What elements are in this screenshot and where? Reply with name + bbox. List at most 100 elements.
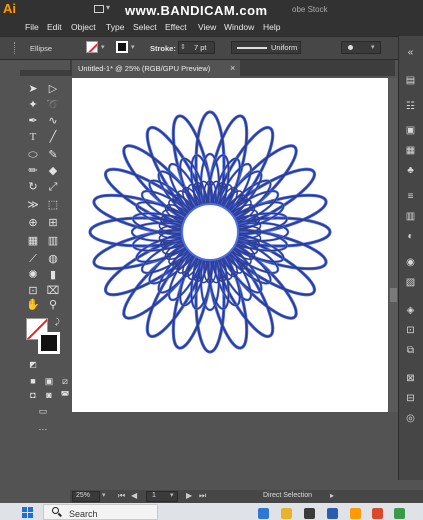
close-icon[interactable]: × (230, 63, 235, 73)
magic-wand-tool-icon[interactable]: ✦ (26, 98, 40, 112)
menu-view[interactable]: View (198, 22, 216, 32)
stroke-indicator[interactable] (38, 332, 60, 354)
stroke-color-swatch[interactable] (116, 41, 128, 53)
previous-artboard-icon[interactable]: ◀ (131, 491, 137, 500)
column-graph-tool-icon[interactable]: ▮ (46, 268, 60, 282)
free-transform-tool-icon[interactable]: ⬚ (46, 198, 60, 212)
lasso-tool-icon[interactable]: ➰ (46, 98, 60, 112)
properties-icon[interactable]: ▤ (404, 74, 417, 87)
profile-value[interactable]: Uniform (271, 43, 297, 52)
asset-export-icon[interactable]: ⧉ (404, 344, 417, 357)
width-tool-icon[interactable]: ≫ (26, 198, 40, 212)
eyedropper-tool-icon[interactable]: ⟋ (26, 252, 40, 266)
pen-tool-icon[interactable]: ✒ (26, 114, 40, 128)
screen-mode-icon[interactable]: ▭ (36, 404, 50, 418)
pathfinder-icon[interactable]: ◎ (404, 412, 417, 425)
status-current-tool[interactable]: Direct Selection (263, 492, 312, 499)
color-panel-icon[interactable]: ▣ (404, 124, 417, 137)
draw-normal-icon[interactable]: ◘ (26, 388, 40, 402)
curvature-tool-icon[interactable]: ∿ (46, 114, 60, 128)
ellipse-tool-icon[interactable]: ⬭ (26, 148, 40, 162)
direct-selection-tool-icon[interactable]: ▷ (46, 82, 60, 96)
zoom-level[interactable]: 25% (76, 492, 90, 499)
artboard-number[interactable]: 1 (152, 492, 156, 499)
edge-app-icon[interactable] (258, 508, 269, 519)
shape-builder-tool-icon[interactable]: ⊕ (26, 216, 40, 230)
stock-search-input[interactable]: obe Stock (292, 5, 328, 14)
menu-edit[interactable]: Edit (47, 22, 62, 32)
illustrator-app-icon[interactable] (350, 508, 361, 519)
default-colors-icon[interactable]: ◩ (26, 358, 40, 372)
stroke-panel-icon[interactable]: ≡ (404, 190, 417, 203)
selection-tool-icon[interactable]: ➤ (26, 82, 40, 96)
gradient-panel-icon[interactable]: ▥ (404, 210, 417, 223)
draw-inside-icon[interactable]: ◚ (58, 388, 72, 402)
transform-icon[interactable]: ⊠ (404, 372, 417, 385)
first-artboard-icon[interactable]: ⏮ (118, 491, 125, 501)
libraries-icon[interactable]: ☷ (404, 100, 417, 113)
collapse-panels-icon[interactable]: « (404, 46, 417, 59)
panel-grip[interactable] (14, 42, 17, 54)
chevron-down-icon[interactable]: ▾ (170, 491, 174, 499)
document-tab-label[interactable]: Untitled-1* @ 25% (RGB/GPU Preview) (78, 64, 210, 73)
app-icon[interactable] (327, 508, 338, 519)
menu-help[interactable]: Help (263, 22, 280, 32)
chevron-down-icon[interactable]: ▾ (101, 43, 105, 51)
artboards-panel-icon[interactable]: ⊡ (404, 324, 417, 337)
edit-toolbar-icon[interactable]: ⋯ (36, 422, 50, 436)
align-icon[interactable]: ⊟ (404, 392, 417, 405)
zoom-tool-icon[interactable]: ⚲ (46, 298, 60, 312)
pencil-tool-icon[interactable]: ✏ (26, 164, 40, 178)
taskbar-search-input[interactable]: Search (69, 509, 98, 519)
none-swatch-icon[interactable]: ⧄ (58, 374, 72, 388)
eraser-tool-icon[interactable]: ◆ (46, 164, 60, 178)
artboard-tool-icon[interactable]: ⊡ (26, 284, 40, 298)
swatches-icon[interactable]: ▦ (404, 144, 417, 157)
menu-file[interactable]: File (25, 22, 39, 32)
perspective-grid-tool-icon[interactable]: ⊞ (46, 216, 60, 230)
transparency-icon[interactable]: ◐ (404, 230, 417, 243)
brush-definition-select[interactable] (341, 41, 381, 54)
symbols-icon[interactable]: ♣ (404, 164, 417, 177)
stepper-icon[interactable]: ⇕ (180, 43, 186, 51)
menu-select[interactable]: Select (133, 22, 157, 32)
mesh-tool-icon[interactable]: ▦ (26, 234, 40, 248)
symbol-sprayer-tool-icon[interactable]: ✺ (26, 268, 40, 282)
vertical-scrollbar[interactable] (389, 78, 398, 412)
slice-tool-icon[interactable]: ⌧ (46, 284, 60, 298)
paintbrush-tool-icon[interactable]: ✎ (46, 148, 60, 162)
fill-color-swatch[interactable] (86, 41, 98, 53)
chevron-down-icon[interactable]: ▾ (371, 43, 375, 51)
windows-start-icon[interactable] (22, 507, 33, 518)
blend-tool-icon[interactable]: ◍ (46, 252, 60, 266)
workspace-layout-icon[interactable] (94, 5, 104, 13)
appearance-icon[interactable]: ◉ (404, 256, 417, 269)
menu-window[interactable]: Window (224, 22, 254, 32)
layers-icon[interactable]: ◈ (404, 304, 417, 317)
stroke-weight-value[interactable]: 7 pt (194, 43, 207, 52)
gradient-swatch-icon[interactable]: ▣ (42, 374, 56, 388)
swap-fill-stroke-icon[interactable]: ⤸ (55, 317, 60, 327)
spirograph-artwork[interactable] (72, 78, 388, 412)
graphic-styles-icon[interactable]: ▧ (404, 276, 417, 289)
line-segment-tool-icon[interactable]: ╱ (46, 130, 60, 144)
gradient-tool-icon[interactable]: ▥ (46, 234, 60, 248)
last-artboard-icon[interactable]: ⏭ (199, 491, 206, 501)
chevron-down-icon[interactable]: ▾ (106, 3, 110, 12)
menu-effect[interactable]: Effect (165, 22, 187, 32)
next-artboard-icon[interactable]: ▶ (186, 491, 192, 500)
color-icon[interactable]: ■ (26, 374, 40, 388)
taskbar-search-box[interactable] (43, 504, 158, 520)
scrollbar-thumb[interactable] (390, 288, 397, 302)
type-tool-icon[interactable]: T (26, 130, 40, 144)
chevron-down-icon[interactable]: ▾ (131, 43, 135, 51)
scale-tool-icon[interactable]: ⤢ (46, 180, 60, 194)
rotate-tool-icon[interactable]: ↻ (26, 180, 40, 194)
menu-type[interactable]: Type (106, 22, 124, 32)
status-menu-icon[interactable]: ▸ (330, 491, 334, 500)
draw-behind-icon[interactable]: ◙ (42, 388, 56, 402)
chevron-down-icon[interactable]: ▾ (102, 491, 106, 499)
app-icon[interactable] (304, 508, 315, 519)
menu-object[interactable]: Object (71, 22, 96, 32)
hand-tool-icon[interactable]: ✋ (26, 298, 40, 312)
